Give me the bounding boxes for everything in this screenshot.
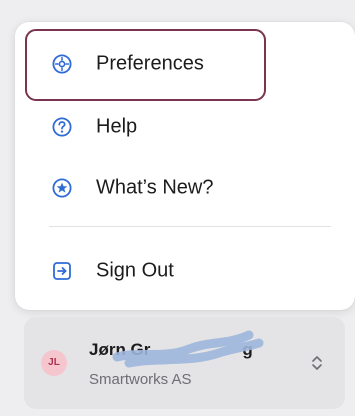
help-circle-icon [51,116,73,138]
menu-item-label: Sign Out [96,259,174,282]
menu-item-whats-new[interactable]: What’s New? [15,160,355,216]
menu-item-label: Help [96,115,138,138]
menu-item-label: Preferences [96,52,204,75]
account-menu: Preferences Help What’s New? Sign Out [15,22,355,310]
user-name-end: g [242,340,253,359]
gear-icon [51,53,73,75]
user-name: Jørn Gr g [89,340,253,360]
menu-divider [49,226,331,227]
menu-item-label: What’s New? [96,176,214,199]
menu-item-preferences[interactable]: Preferences [15,36,355,92]
user-name-start: Jørn Gr [89,340,151,359]
company-name: Smartworks AS [89,371,192,388]
sign-out-icon [51,260,73,282]
chevron-up-down-icon [312,356,322,370]
star-circle-icon [51,177,73,199]
account-switcher[interactable]: JL Jørn Gr g Smartworks AS [24,317,345,409]
menu-item-help[interactable]: Help [15,99,355,155]
avatar: JL [41,350,67,376]
menu-item-sign-out[interactable]: Sign Out [15,243,355,299]
